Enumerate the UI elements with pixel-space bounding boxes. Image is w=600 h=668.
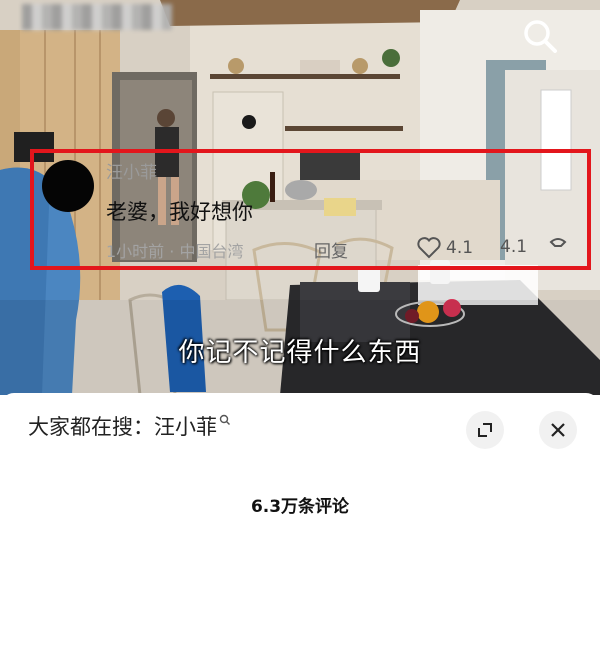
search-icon xyxy=(524,20,557,53)
dislike-icon xyxy=(549,238,567,247)
comment-count: 6.3万条评论 xyxy=(250,497,350,517)
avatar[interactable] xyxy=(42,160,94,212)
like-count-duplicate: 4.1 xyxy=(500,237,528,257)
meta-separator: · xyxy=(164,242,180,261)
comment-time: 1小时前 xyxy=(106,242,165,261)
close-icon xyxy=(551,423,565,437)
comment-text: 老婆，我好想你 xyxy=(106,200,253,224)
expand-button[interactable] xyxy=(466,411,504,449)
trending-label: 大家都在搜： xyxy=(28,415,154,439)
expand-icon xyxy=(478,423,492,437)
search-small-icon xyxy=(219,414,231,429)
close-button[interactable] xyxy=(539,411,577,449)
trending-term[interactable]: 汪小菲 xyxy=(154,411,217,441)
heart-icon xyxy=(417,237,441,259)
search-button[interactable] xyxy=(518,14,562,58)
dislike-button[interactable] xyxy=(547,234,569,256)
comments-panel: 大家都在搜： 汪小菲 6.3万条评论 xyxy=(0,393,600,668)
comment-username[interactable]: 汪小菲 xyxy=(106,158,157,183)
reply-button[interactable]: 回复 xyxy=(314,237,348,262)
like-count: 4.1 xyxy=(446,238,474,258)
video-subtitle: 你记不记得什么东西 xyxy=(178,338,422,368)
comment-location: 中国台湾 xyxy=(179,242,244,261)
blurred-username xyxy=(22,4,172,30)
trending-search[interactable]: 大家都在搜： 汪小菲 xyxy=(28,411,231,441)
comment-meta: 1小时前 · 中国台湾 xyxy=(106,238,243,262)
like-button[interactable]: 4.1 xyxy=(416,236,473,260)
